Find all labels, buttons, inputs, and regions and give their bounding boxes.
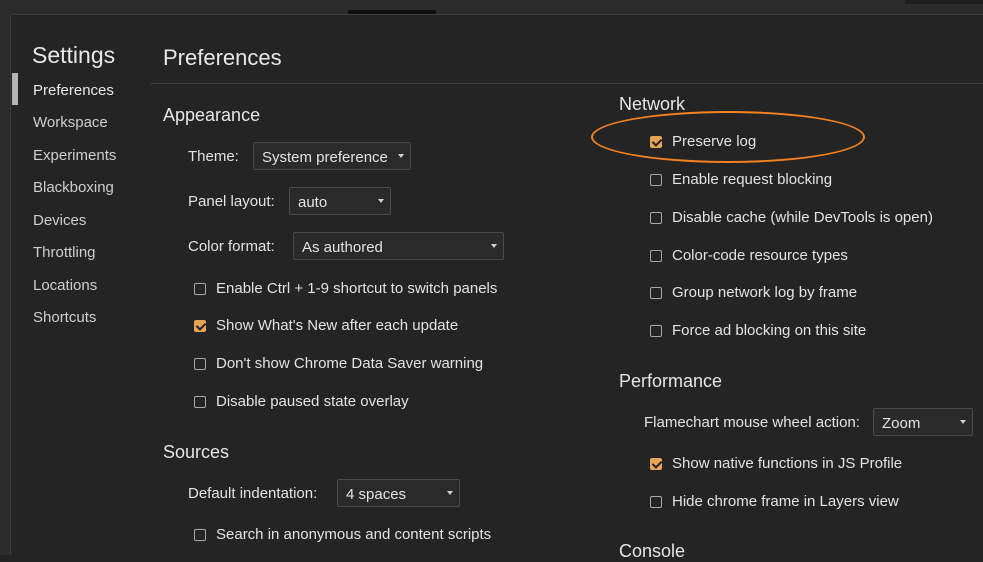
color-format-select[interactable]: As authored bbox=[293, 232, 504, 260]
force-ad-blocking-checkbox[interactable]: Force ad blocking on this site bbox=[650, 322, 866, 339]
checkbox-label: Color-code resource types bbox=[672, 247, 848, 264]
sidebar-item-shortcuts[interactable]: Shortcuts bbox=[33, 309, 96, 326]
checkbox-label: Enable Ctrl + 1-9 shortcut to switch pan… bbox=[216, 280, 498, 297]
network-section-title: Network bbox=[619, 94, 686, 114]
color-code-resources-checkbox[interactable]: Color-code resource types bbox=[650, 247, 848, 264]
checkbox-box bbox=[650, 211, 662, 224]
panel-border bbox=[10, 14, 983, 15]
enable-request-blocking-checkbox[interactable]: Enable request blocking bbox=[650, 171, 832, 188]
checkbox-box bbox=[650, 457, 663, 470]
data-saver-warning-checkbox[interactable]: Don't show Chrome Data Saver warning bbox=[194, 355, 483, 372]
panel-layout-select-value: auto bbox=[298, 194, 328, 211]
checkbox-box bbox=[650, 495, 662, 508]
checkbox-box bbox=[194, 282, 206, 295]
default-indentation-label: Default indentation: bbox=[188, 485, 318, 502]
theme-label: Theme: bbox=[188, 148, 239, 165]
window-controls bbox=[905, 0, 983, 4]
show-native-functions-checkbox[interactable]: Show native functions in JS Profile bbox=[650, 455, 902, 472]
console-section-title: Console bbox=[619, 541, 686, 561]
checkbox-box bbox=[650, 173, 662, 186]
checkbox-label: Disable paused state overlay bbox=[216, 393, 409, 410]
search-anonymous-scripts-checkbox[interactable]: Search in anonymous and content scripts bbox=[194, 526, 491, 543]
sidebar-item-experiments[interactable]: Experiments bbox=[33, 147, 116, 164]
checkbox-box bbox=[650, 324, 662, 337]
sidebar-item-devices[interactable]: Devices bbox=[33, 212, 86, 229]
group-by-frame-checkbox[interactable]: Group network log by frame bbox=[650, 284, 857, 301]
checkbox-label: Search in anonymous and content scripts bbox=[216, 526, 492, 543]
disable-paused-overlay-checkbox[interactable]: Disable paused state overlay bbox=[194, 393, 409, 410]
chevron-down-icon bbox=[378, 199, 384, 203]
hide-chrome-frame-checkbox[interactable]: Hide chrome frame in Layers view bbox=[650, 493, 899, 510]
show-whats-new-checkbox[interactable]: Show What's New after each update bbox=[194, 317, 458, 334]
checkmark-icon bbox=[195, 319, 207, 331]
panel-layout-select[interactable]: auto bbox=[289, 187, 391, 215]
settings-title: Settings bbox=[32, 42, 116, 68]
checkbox-box bbox=[194, 319, 207, 332]
default-indentation-select-value: 4 spaces bbox=[346, 486, 407, 503]
checkbox-label: Group network log by frame bbox=[672, 284, 858, 301]
flamechart-label: Flamechart mouse wheel action: bbox=[644, 414, 860, 431]
color-format-select-value: As authored bbox=[302, 239, 383, 256]
checkbox-box bbox=[194, 395, 206, 408]
checkbox-label: Show What's New after each update bbox=[216, 317, 459, 334]
page-title: Preferences bbox=[163, 45, 282, 70]
chevron-down-icon bbox=[491, 244, 497, 248]
window-top-bar bbox=[0, 0, 983, 14]
flamechart-select[interactable]: Zoom bbox=[873, 408, 973, 436]
title-divider bbox=[150, 83, 983, 84]
enable-ctrl-shortcut-checkbox[interactable]: Enable Ctrl + 1-9 shortcut to switch pan… bbox=[194, 280, 497, 297]
nav-selection-indicator bbox=[12, 73, 18, 105]
color-format-label: Color format: bbox=[188, 238, 275, 255]
checkbox-label: Don't show Chrome Data Saver warning bbox=[216, 355, 484, 372]
theme-select[interactable]: System preference bbox=[253, 142, 411, 170]
sidebar-item-throttling[interactable]: Throttling bbox=[33, 244, 96, 261]
sources-section-title: Sources bbox=[163, 442, 230, 462]
disable-cache-checkbox[interactable]: Disable cache (while DevTools is open) bbox=[650, 209, 933, 226]
sidebar-item-blackboxing[interactable]: Blackboxing bbox=[33, 179, 114, 196]
checkbox-box bbox=[194, 528, 206, 541]
chevron-down-icon bbox=[447, 491, 453, 495]
chevron-down-icon bbox=[398, 154, 404, 158]
flamechart-select-value: Zoom bbox=[882, 415, 921, 432]
sidebar-item-preferences[interactable]: Preferences bbox=[33, 82, 114, 99]
checkbox-label: Force ad blocking on this site bbox=[672, 322, 867, 339]
checkbox-box bbox=[650, 249, 662, 262]
checkbox-box bbox=[194, 357, 206, 370]
appearance-section-title: Appearance bbox=[163, 105, 261, 125]
sidebar-item-locations[interactable]: Locations bbox=[33, 277, 97, 294]
checkbox-label: Show native functions in JS Profile bbox=[672, 455, 903, 472]
left-rail bbox=[0, 14, 11, 555]
checkmark-icon bbox=[651, 457, 663, 469]
theme-select-value: System preference bbox=[262, 149, 388, 166]
panel-layout-label: Panel layout: bbox=[188, 193, 275, 210]
default-indentation-select[interactable]: 4 spaces bbox=[337, 479, 460, 507]
sidebar-item-workspace[interactable]: Workspace bbox=[33, 114, 108, 131]
checkbox-label: Enable request blocking bbox=[672, 171, 833, 188]
checkbox-box bbox=[650, 286, 662, 299]
highlight-annotation bbox=[591, 111, 865, 163]
checkbox-label: Hide chrome frame in Layers view bbox=[672, 493, 899, 510]
performance-section-title: Performance bbox=[619, 371, 723, 391]
chevron-down-icon bbox=[960, 420, 966, 424]
checkbox-label: Disable cache (while DevTools is open) bbox=[672, 209, 933, 226]
